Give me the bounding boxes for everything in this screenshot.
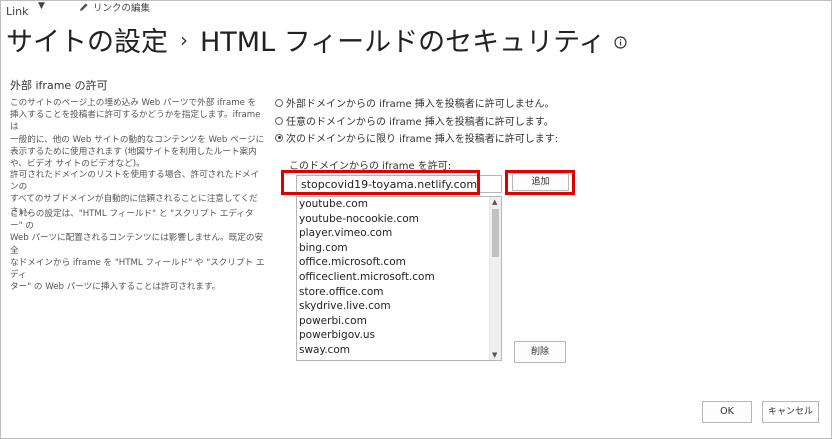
radio-allow-any[interactable]: 任意のドメインからの iframe 挿入を投稿者に許可します。: [275, 113, 554, 128]
list-item[interactable]: powerbigov.us: [297, 328, 489, 343]
scroll-thumb[interactable]: [492, 209, 499, 257]
list-item[interactable]: sway.com: [297, 343, 489, 358]
list-item[interactable]: youtube-nocookie.com: [297, 212, 489, 227]
radio-deny-external[interactable]: 外部ドメインからの iframe 挿入を投稿者に許可しません。: [275, 95, 555, 110]
edit-links-button[interactable]: リンクの編集: [79, 0, 150, 14]
radio-label: 次のドメインからに限り iframe 挿入を投稿者に許可します:: [286, 134, 559, 145]
list-item[interactable]: skydrive.live.com: [297, 299, 489, 314]
delete-button[interactable]: 削除: [514, 341, 566, 363]
scroll-down-arrow-icon[interactable]: ▼: [492, 351, 497, 359]
radio-label: 外部ドメインからの iframe 挿入を投稿者に許可しません。: [286, 99, 555, 110]
breadcrumb-site-settings[interactable]: サイトの設定: [6, 20, 168, 59]
section-heading: 外部 iframe の許可: [10, 79, 108, 92]
list-item[interactable]: officeclient.microsoft.com: [297, 270, 489, 285]
add-button[interactable]: 追加: [512, 173, 569, 191]
list-item[interactable]: powerbi.com: [297, 314, 489, 329]
info-icon[interactable]: [613, 36, 627, 49]
list-scrollbar[interactable]: ▲ ▼: [489, 197, 501, 360]
caret-down-icon[interactable]: ▼: [38, 1, 45, 11]
list-items: youtube.com youtube-nocookie.com player.vi…: [297, 197, 489, 360]
radio-label: 任意のドメインからの iframe 挿入を投稿者に許可します。: [286, 117, 554, 128]
page-title-text: HTML フィールドのセキュリティ: [200, 27, 606, 58]
top-bar: Link: [6, 3, 29, 19]
edit-links-label: リンクの編集: [93, 3, 151, 14]
list-item[interactable]: youtube.com: [297, 197, 489, 212]
list-item[interactable]: bing.com: [297, 241, 489, 256]
radio-circle[interactable]: [275, 116, 283, 125]
radio-circle-selected[interactable]: [275, 133, 283, 142]
ok-button[interactable]: OK: [702, 401, 752, 423]
list-item[interactable]: office.microsoft.com: [297, 255, 489, 270]
cancel-button[interactable]: キャンセル: [762, 401, 819, 423]
scroll-up-arrow-icon[interactable]: ▲: [492, 198, 497, 206]
breadcrumb-separator: ›: [180, 27, 188, 52]
list-item[interactable]: store.office.com: [297, 285, 489, 300]
radio-allow-listed[interactable]: 次のドメインからに限り iframe 挿入を投稿者に許可します:: [275, 130, 558, 145]
link-menu-label[interactable]: Link: [6, 5, 29, 18]
pencil-icon: [80, 3, 88, 11]
section-description-3: これらの設定は、"HTML フィールド" と "スクリプト エディター" の W…: [10, 209, 265, 293]
page-title: サイトの設定 › HTML フィールドのセキュリティ: [6, 20, 627, 59]
allowed-domains-list[interactable]: youtube.com youtube-nocookie.com player.vi…: [296, 196, 502, 361]
list-item[interactable]: docs.com: [297, 358, 489, 360]
section-description-1: このサイトのページ上の埋め込み Web パーツで外部 iframe を 挿入する…: [10, 98, 265, 170]
radio-circle[interactable]: [275, 98, 283, 107]
allow-domains-label: このドメインからの iframe を許可:: [289, 161, 452, 172]
domain-input[interactable]: [296, 175, 502, 193]
list-item[interactable]: player.vimeo.com: [297, 226, 489, 241]
